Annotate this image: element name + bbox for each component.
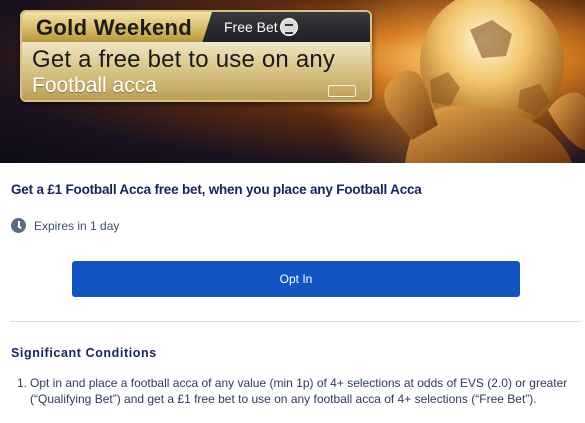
condition-item: 1. Opt in and place a football acca of a…: [17, 375, 582, 407]
promo-card-body: Get a free bet to use on any Football ac…: [22, 42, 370, 100]
clock-icon: [11, 218, 26, 233]
free-bet-label: Free Bet: [224, 19, 278, 35]
condition-text: Opt in and place a football acca of any …: [30, 376, 568, 406]
expiry-text: Expires in 1 day: [34, 219, 120, 233]
free-bet-icon: [280, 18, 298, 36]
condition-number: 1.: [17, 376, 28, 390]
divider: [10, 321, 581, 322]
significant-conditions-title: Significant Conditions: [11, 346, 157, 360]
offer-headline: Get a £1 Football Acca free bet, when yo…: [11, 182, 422, 197]
promo-headline-line1: Get a free bet to use on any: [32, 46, 336, 73]
conditions-list: 1. Opt in and place a football acca of a…: [17, 375, 582, 407]
opt-in-button[interactable]: Opt In: [72, 261, 520, 297]
promo-card-header: Gold Weekend Free Bet: [22, 12, 370, 42]
brand-logo-icon: [328, 85, 356, 97]
gold-weekend-label: Gold Weekend: [36, 15, 192, 40]
promo-card: Gold Weekend Free Bet Get a free bet to …: [20, 10, 372, 102]
gold-weekend-tag: Gold Weekend: [22, 12, 212, 42]
promo-headline-line2: Football acca: [32, 74, 157, 97]
promo-banner: Gold Weekend Free Bet Get a free bet to …: [0, 0, 585, 163]
